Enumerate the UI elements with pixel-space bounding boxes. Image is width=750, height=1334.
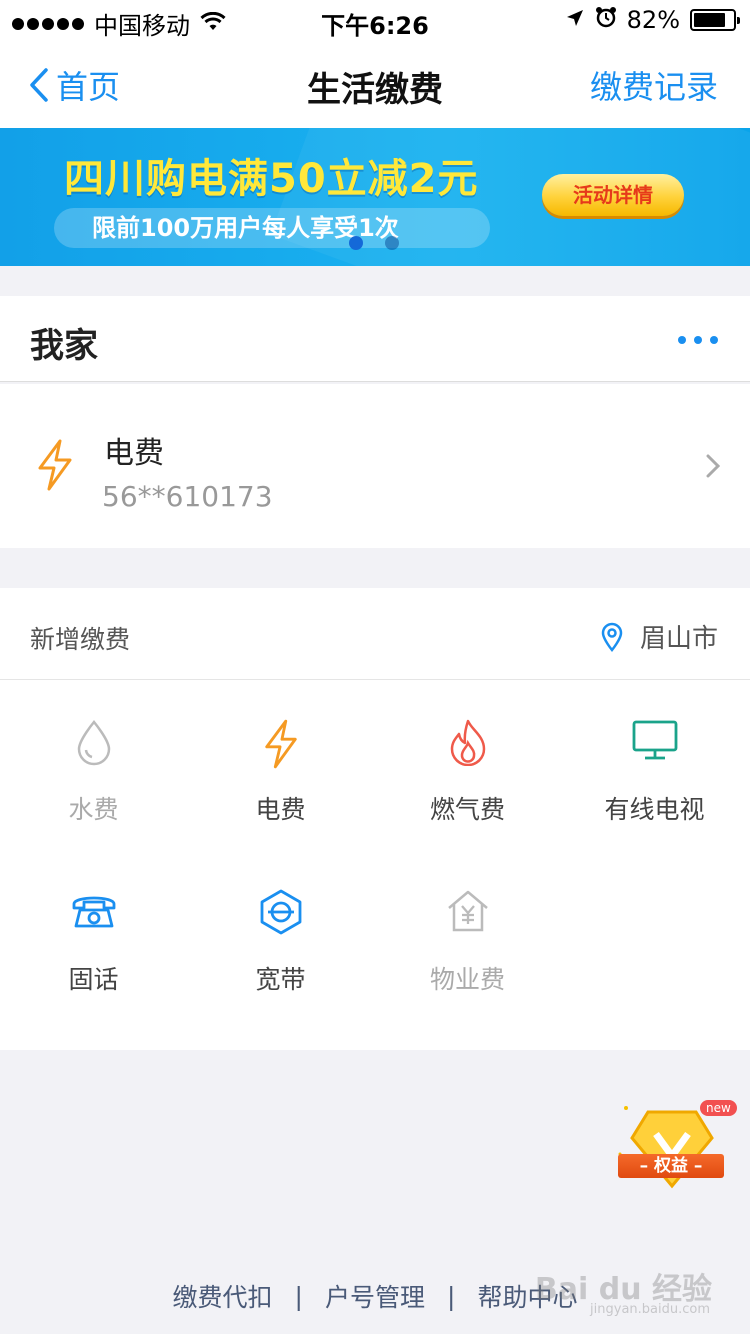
watermark-url: jingyan.baidu.com [590,1302,710,1317]
payment-type-label: 有线电视 [604,795,705,824]
location-pin-icon [601,622,623,652]
location-arrow-icon [565,6,585,34]
promo-banner[interactable]: 四川购电满50立减2元 限前100万用户每人享受1次 活动详情 [0,128,750,266]
payment-type-label: 固话 [68,965,119,994]
flame-icon [374,718,561,770]
benefits-label: 权益 [654,1156,688,1176]
footer-separator: | [447,1281,456,1311]
alarm-icon [595,6,617,34]
lightning-icon [34,438,76,496]
payment-type-property[interactable]: 物业费 [374,850,561,1020]
add-payment-title: 新增缴费 [30,625,131,654]
payment-type-broadband[interactable]: 宽带 [187,850,374,1020]
footer-link-account-management[interactable]: 户号管理 [325,1278,425,1314]
payment-type-cable-tv[interactable]: 有线电视 [561,680,748,850]
navigation-bar: 首页 生活缴费 缴费记录 [0,40,750,128]
status-right: 82% [565,6,740,34]
benefits-ribbon: – 权益 – [618,1154,724,1178]
payment-type-water[interactable]: 水费 [0,680,187,850]
payment-type-label: 电费 [255,795,306,824]
battery-fill [694,13,726,27]
my-home-title: 我家 [30,326,98,366]
chevron-right-icon [706,454,721,482]
payment-type-label: 物业费 [429,965,505,994]
payment-type-grid: 水费 电费 燃气费 有线电视 固话 宽带 物业费 [0,680,750,1050]
banner-dot[interactable] [349,236,363,250]
bill-row-electricity[interactable]: 电费 56**610173 [0,384,750,548]
battery-percent: 82% [626,6,680,34]
payment-type-label: 燃气费 [429,795,505,824]
payment-type-gas[interactable]: 燃气费 [374,680,561,850]
city-name: 眉山市 [639,624,718,654]
banner-pagination[interactable] [349,236,399,250]
status-bar: 中国移动 下午6:26 82% [0,0,750,40]
banner-subtitle: 限前100万用户每人享受1次 [54,208,490,248]
tv-icon [561,718,748,770]
battery-icon [690,9,740,31]
payment-records-button[interactable]: 缴费记录 [590,62,718,108]
bill-name: 电费 [104,436,164,471]
my-home-header: 我家 [0,296,750,382]
payment-type-landline[interactable]: 固话 [0,850,187,1020]
broadband-icon [187,888,374,940]
banner-dot[interactable] [385,236,399,250]
payment-type-electricity[interactable]: 电费 [187,680,374,850]
new-tag: new [700,1100,737,1116]
property-icon [374,888,561,940]
footer-link-auto-debit[interactable]: 缴费代扣 [173,1278,273,1314]
telephone-icon [0,888,187,940]
add-payment-header: 新增缴费 眉山市 [0,588,750,680]
footer-separator: | [294,1281,303,1311]
activity-details-button[interactable]: 活动详情 [542,174,684,216]
city-selector[interactable]: 眉山市 [600,618,718,655]
payment-type-label: 水费 [68,795,119,824]
payment-type-label: 宽带 [255,965,306,994]
lightning-icon [187,718,374,770]
more-options-icon[interactable] [678,336,718,344]
benefits-badge[interactable]: new – 权益 – [612,1098,737,1198]
water-drop-icon [0,718,187,770]
banner-title: 四川购电满50立减2元 [64,156,479,202]
bill-account-number: 56**610173 [102,480,273,513]
